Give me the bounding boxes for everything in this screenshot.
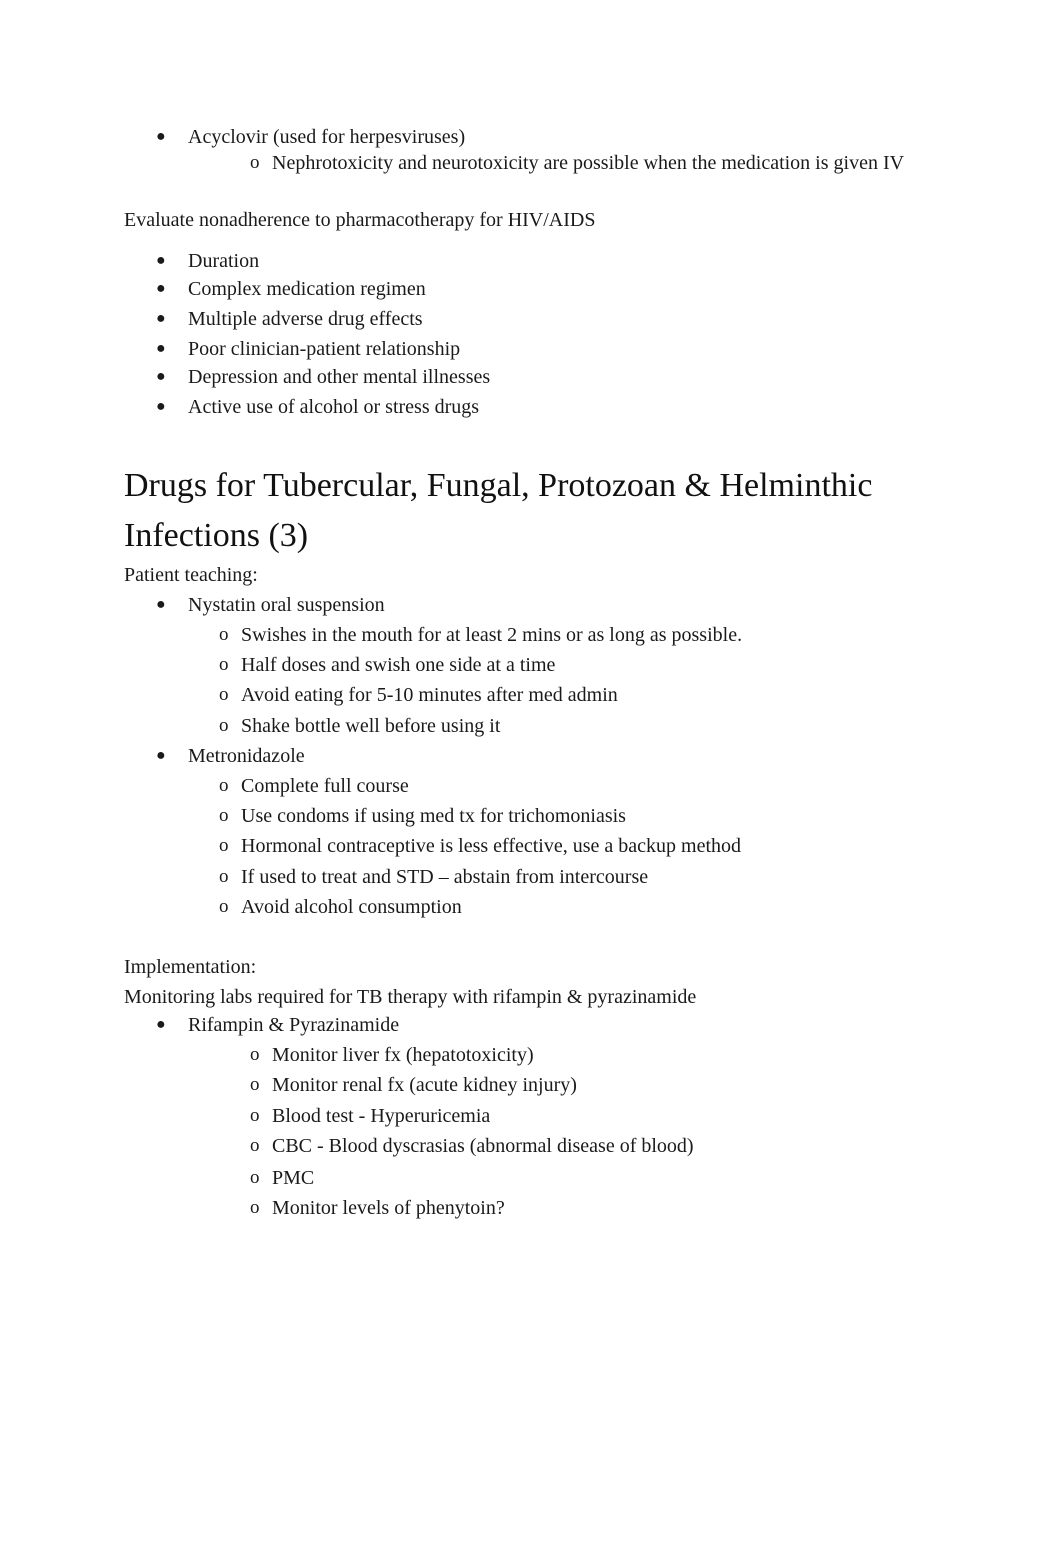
sub-bullet-icon: o (219, 715, 229, 736)
sub-bullet-icon: o (219, 805, 229, 826)
bullet-icon: ● (156, 280, 166, 297)
implementation-label: Implementation: (124, 956, 257, 978)
list-item: PMC (272, 1167, 315, 1189)
bullet-icon: ● (156, 368, 166, 385)
list-item: Multiple adverse drug effects (188, 308, 423, 330)
list-item: Blood test - Hyperuricemia (272, 1105, 491, 1127)
acyclovir-label: Acyclovir (used for herpesviruses) (188, 126, 466, 148)
sub-bullet-icon: o (250, 1074, 260, 1095)
list-item: Duration (188, 250, 260, 272)
list-item: Complete full course (241, 775, 409, 797)
list-item: Depression and other mental illnesses (188, 366, 491, 388)
list-item: Hormonal contraceptive is less effective… (241, 835, 742, 857)
sub-bullet-icon: o (250, 1135, 260, 1156)
bullet-icon: ● (156, 1016, 166, 1033)
list-item: Active use of alcohol or stress drugs (188, 396, 480, 418)
bullet-icon: ● (156, 398, 166, 415)
list-item: Monitor liver fx (hepatotoxicity) (272, 1044, 534, 1066)
implementation-subtitle: Monitoring labs required for TB therapy … (124, 986, 697, 1008)
bullet-icon: ● (156, 310, 166, 327)
sub-bullet-icon: o (250, 1197, 260, 1218)
list-item: Swishes in the mouth for at least 2 mins… (241, 624, 743, 646)
list-item: Avoid eating for 5-10 minutes after med … (241, 684, 618, 706)
drug-name: Nystatin oral suspension (188, 594, 385, 616)
patient-teaching-label: Patient teaching: (124, 564, 258, 586)
list-item: CBC - Blood dyscrasias (abnormal disease… (272, 1135, 694, 1157)
sub-bullet-icon: o (219, 896, 229, 917)
sub-bullet-icon: o (219, 624, 229, 645)
sub-bullet-icon: o (219, 654, 229, 675)
sub-bullet-icon: o (219, 775, 229, 796)
sub-bullet-icon: o (250, 152, 260, 173)
bullet-icon: ● (156, 747, 166, 764)
sub-bullet-icon: o (250, 1105, 260, 1126)
sub-bullet-icon: o (219, 866, 229, 887)
bullet-icon: ● (156, 596, 166, 613)
sub-bullet-icon: o (250, 1044, 260, 1065)
sub-bullet-icon: o (219, 684, 229, 705)
list-item: Complex medication regimen (188, 278, 426, 300)
list-item: Monitor levels of phenytoin? (272, 1197, 505, 1219)
bullet-icon: ● (156, 340, 166, 357)
drug-name: Metronidazole (188, 745, 305, 767)
acyclovir-subitem: Nephrotoxicity and neurotoxicity are pos… (272, 152, 905, 174)
bullet-icon: ● (156, 128, 166, 145)
sub-bullet-icon: o (219, 835, 229, 856)
sub-bullet-icon: o (250, 1167, 260, 1188)
nonadherence-title: Evaluate nonadherence to pharmacotherapy… (124, 209, 596, 231)
list-item: Use condoms if using med tx for trichomo… (241, 805, 626, 827)
list-item: Avoid alcohol consumption (241, 896, 462, 918)
list-item: If used to treat and STD – abstain from … (241, 866, 649, 888)
bullet-icon: ● (156, 252, 166, 269)
list-item: Shake bottle well before using it (241, 715, 501, 737)
section-heading-line2: Infections (3) (124, 517, 309, 554)
drug-name: Rifampin & Pyrazinamide (188, 1014, 400, 1036)
list-item: Monitor renal fx (acute kidney injury) (272, 1074, 577, 1096)
list-item: Half doses and swish one side at a time (241, 654, 556, 676)
section-heading-line1: Drugs for Tubercular, Fungal, Protozoan … (124, 467, 873, 504)
list-item: Poor clinician-patient relationship (188, 338, 461, 360)
